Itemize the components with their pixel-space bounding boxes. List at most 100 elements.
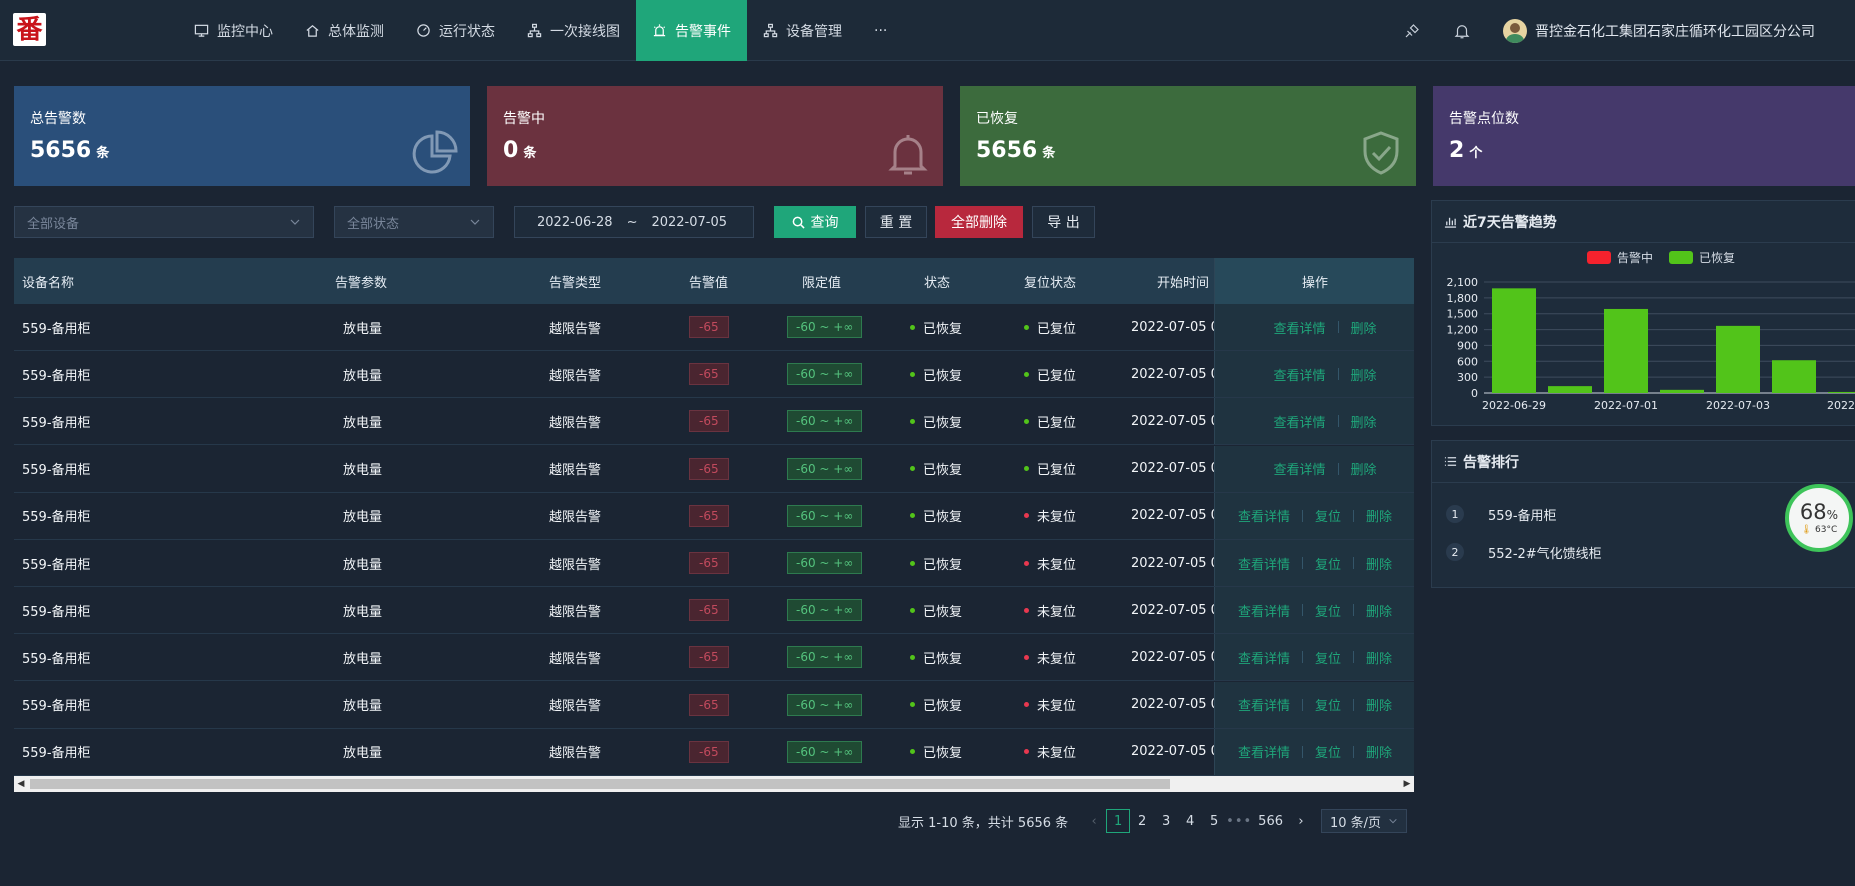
delete-all-button[interactable]: 全部删除 (935, 206, 1023, 238)
stat-unit: 条 (1042, 146, 1056, 161)
view-detail-link[interactable]: 查看详情 (1273, 365, 1325, 384)
view-detail-link[interactable]: 查看详情 (1238, 554, 1290, 573)
bell-icon[interactable] (1453, 22, 1471, 40)
page-last[interactable]: 566 (1252, 809, 1289, 833)
table-row[interactable]: 559-备用柜 放电量 越限告警 -65 -60 ~ +∞ 已恢复 未复位 2022-07-0… (14, 540, 1414, 587)
next-page-icon[interactable]: › (1289, 809, 1313, 833)
chart-legend: 告警中 已恢复 (1587, 249, 1735, 266)
table-row[interactable]: 559-备用柜 放电量 越限告警 -65 -60 ~ +∞ 已恢复 未复位 2022-07-0… (14, 587, 1414, 635)
table-row[interactable]: 559-备用柜 放电量 越限告警 -65 -60 ~ +∞ 已恢复 已复位 2022-07-0… (14, 304, 1414, 351)
reset-button-label: 重 置 (879, 215, 913, 231)
device-select[interactable]: 全部设备 (14, 206, 314, 238)
row-actions: 查看详情 复位 删除 (1214, 540, 1414, 586)
nav-item-3[interactable]: 一次接线图 (511, 0, 636, 61)
bar-recovered-2022-07-04[interactable] (1772, 360, 1816, 393)
avatar[interactable] (1503, 18, 1527, 43)
scrollbar-thumb[interactable] (30, 779, 1170, 789)
reset-link[interactable]: 复位 (1315, 742, 1341, 761)
reset-link[interactable]: 复位 (1315, 506, 1341, 525)
col-limit[interactable]: 限定值 (802, 258, 841, 304)
usage-gauge-widget[interactable]: 68% 🌡 63°C (1785, 484, 1853, 552)
delete-link[interactable]: 删除 (1351, 459, 1377, 478)
cell-limit: -60 ~ +∞ (787, 646, 863, 669)
bar-recovered-2022-07-02[interactable] (1660, 389, 1704, 393)
view-detail-link[interactable]: 查看详情 (1238, 742, 1290, 761)
horizontal-scrollbar[interactable]: ◀ ▶ (14, 776, 1414, 792)
bar-recovered-2022-06-30[interactable] (1548, 386, 1592, 393)
table-row[interactable]: 559-备用柜 放电量 越限告警 -65 -60 ~ +∞ 已恢复 未复位 2022-07-0… (14, 634, 1414, 682)
nav-item-2[interactable]: 运行状态 (400, 0, 511, 61)
export-button[interactable]: 导 出 (1032, 206, 1095, 238)
page-size-select[interactable]: 10 条/页 (1321, 809, 1407, 833)
reset-link[interactable]: 复位 (1315, 648, 1341, 667)
table-row[interactable]: 559-备用柜 放电量 越限告警 -65 -60 ~ +∞ 已恢复 已复位 2022-07-0… (14, 351, 1414, 399)
col-param[interactable]: 告警参数 (335, 258, 387, 304)
delete-link[interactable]: 删除 (1366, 648, 1392, 667)
reset-status-dot (1024, 749, 1029, 755)
y-tick-label: 1,800 (1447, 292, 1479, 305)
col-status[interactable]: 状态 (924, 258, 950, 304)
legend-item-alarm[interactable]: 告警中 (1587, 249, 1653, 266)
table-row[interactable]: 559-备用柜 放电量 越限告警 -65 -60 ~ +∞ 已恢复 未复位 2022-07-0… (14, 728, 1414, 776)
delete-link[interactable]: 删除 (1366, 506, 1392, 525)
page-2[interactable]: 2 (1130, 809, 1154, 833)
col-reset-status[interactable]: 复位状态 (1024, 258, 1076, 304)
nav-item-5[interactable]: 设备管理 (747, 0, 858, 61)
table-row[interactable]: 559-备用柜 放电量 越限告警 -65 -60 ~ +∞ 已恢复 已复位 2022-07-0… (14, 398, 1414, 446)
table-row[interactable]: 559-备用柜 放电量 越限告警 -65 -60 ~ +∞ 已恢复 未复位 2022-07-0… (14, 492, 1414, 540)
delete-link[interactable]: 删除 (1351, 412, 1377, 431)
divider (1353, 509, 1354, 522)
query-button[interactable]: 查询 (774, 206, 856, 238)
table-row[interactable]: 559-备用柜 放电量 越限告警 -65 -60 ~ +∞ 已恢复 已复位 2022-07-0… (14, 445, 1414, 493)
page-5[interactable]: 5 (1202, 809, 1226, 833)
date-range-picker[interactable]: 2022-06-28 ~ 2022-07-05 (514, 206, 754, 238)
page-ellipsis[interactable]: ••• (1226, 809, 1252, 833)
page-1[interactable]: 1 (1106, 809, 1131, 833)
col-device[interactable]: 设备名称 (22, 258, 74, 304)
satellite-icon[interactable] (1403, 22, 1421, 40)
view-detail-link[interactable]: 查看详情 (1238, 648, 1290, 667)
view-detail-link[interactable]: 查看详情 (1273, 318, 1325, 337)
nav-item-6[interactable]: ··· (858, 0, 903, 61)
legend-item-recovered[interactable]: 已恢复 (1669, 249, 1735, 266)
delete-link[interactable]: 删除 (1366, 742, 1392, 761)
reset-link[interactable]: 复位 (1315, 695, 1341, 714)
thermometer-icon: 🌡 (1800, 524, 1813, 535)
bar-recovered-2022-07-05[interactable] (1828, 391, 1855, 393)
scroll-left-arrow[interactable]: ◀ (14, 776, 28, 792)
delete-link[interactable]: 删除 (1351, 365, 1377, 384)
view-detail-link[interactable]: 查看详情 (1273, 412, 1325, 431)
page-3[interactable]: 3 (1154, 809, 1178, 833)
reset-button[interactable]: 重 置 (865, 206, 927, 238)
nav-item-0[interactable]: 监控中心 (178, 0, 289, 61)
app-logo[interactable]: 番 (13, 13, 46, 46)
reset-link[interactable]: 复位 (1315, 554, 1341, 573)
scroll-right-arrow[interactable]: ▶ (1400, 776, 1414, 792)
bar-recovered-2022-07-03[interactable] (1716, 325, 1760, 393)
table-row[interactable]: 559-备用柜 放电量 越限告警 -65 -60 ~ +∞ 已恢复 未复位 2022-07-0… (14, 681, 1414, 729)
nav-item-1[interactable]: 总体监测 (289, 0, 400, 61)
view-detail-link[interactable]: 查看详情 (1273, 459, 1325, 478)
x-tick-label: 2022-07-03 (1706, 399, 1770, 412)
delete-link[interactable]: 删除 (1366, 695, 1392, 714)
view-detail-link[interactable]: 查看详情 (1238, 601, 1290, 620)
x-tick-label: 2022-07 (1827, 399, 1855, 412)
gauge-icon (416, 23, 431, 38)
view-detail-link[interactable]: 查看详情 (1238, 506, 1290, 525)
page-4[interactable]: 4 (1178, 809, 1202, 833)
col-value[interactable]: 告警值 (689, 258, 728, 304)
view-detail-link[interactable]: 查看详情 (1238, 695, 1290, 714)
bar-recovered-2022-06-29[interactable] (1492, 288, 1536, 393)
status-select[interactable]: 全部状态 (334, 206, 494, 238)
org-name[interactable]: 晋控金石化工集团石家庄循环化工园区分公司 (1535, 21, 1815, 41)
delete-link[interactable]: 删除 (1351, 318, 1377, 337)
table-header: 设备名称 告警参数 告警类型 告警值 限定值 状态 复位状态 开始时间 操作 (14, 258, 1414, 304)
nav-item-4[interactable]: 告警事件 (636, 0, 747, 61)
prev-page-icon[interactable]: ‹ (1082, 809, 1106, 833)
reset-link[interactable]: 复位 (1315, 601, 1341, 620)
delete-link[interactable]: 删除 (1366, 554, 1392, 573)
col-type[interactable]: 告警类型 (549, 258, 601, 304)
col-start-time[interactable]: 开始时间 (1157, 258, 1209, 304)
bar-recovered-2022-07-01[interactable] (1604, 308, 1648, 393)
delete-link[interactable]: 删除 (1366, 601, 1392, 620)
